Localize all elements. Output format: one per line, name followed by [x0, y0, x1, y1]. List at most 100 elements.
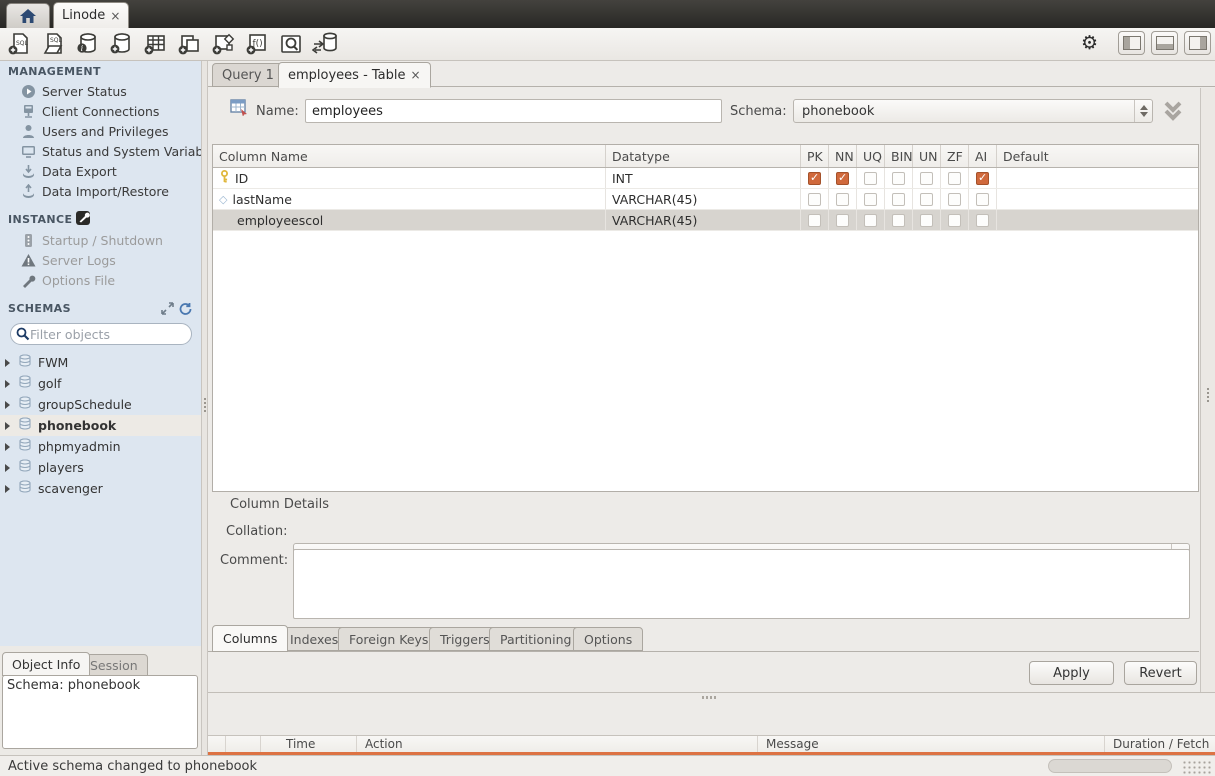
- connection-tab-close-icon[interactable]: ×: [110, 9, 120, 23]
- expander-icon[interactable]: [5, 401, 10, 409]
- column-default[interactable]: [997, 210, 1193, 230]
- schema-item-phonebook[interactable]: phonebook: [0, 415, 201, 436]
- ai-checkbox[interactable]: [976, 193, 989, 206]
- expander-icon[interactable]: [5, 359, 10, 367]
- column-row-id[interactable]: ID INT: [213, 168, 1198, 189]
- revert-button[interactable]: Revert: [1124, 661, 1197, 685]
- tab-object-info[interactable]: Object Info: [2, 652, 90, 676]
- expand-schemas-icon[interactable]: [161, 302, 174, 319]
- create-schema-icon[interactable]: [107, 31, 134, 58]
- sidebar-item-users-privileges[interactable]: Users and Privileges: [0, 121, 201, 141]
- window-resize-grip[interactable]: [1182, 760, 1212, 774]
- nn-checkbox[interactable]: [836, 193, 849, 206]
- un-checkbox[interactable]: [920, 214, 933, 227]
- tab-session[interactable]: Session: [80, 654, 148, 676]
- schema-item-scavenger[interactable]: scavenger: [0, 478, 201, 499]
- sidebar-item-client-connections[interactable]: Client Connections: [0, 101, 201, 121]
- header-un[interactable]: UN: [913, 145, 941, 167]
- header-duration-fetch[interactable]: Duration / Fetch: [1105, 736, 1215, 752]
- new-query-tab-icon[interactable]: SQL: [5, 31, 32, 58]
- sidebar-item-server-status[interactable]: Server Status: [0, 81, 201, 101]
- reconnect-db-icon[interactable]: [311, 31, 338, 58]
- header-message[interactable]: Message: [758, 736, 1105, 752]
- pk-checkbox[interactable]: [808, 172, 821, 185]
- sidebar-item-data-export[interactable]: Data Export: [0, 161, 201, 181]
- expander-icon[interactable]: [5, 380, 10, 388]
- schema-inspector-icon[interactable]: i: [73, 31, 100, 58]
- comment-textarea[interactable]: [293, 549, 1190, 619]
- header-bin[interactable]: BIN: [885, 145, 913, 167]
- sidebar-item-data-import[interactable]: Data Import/Restore: [0, 181, 201, 201]
- zf-checkbox[interactable]: [948, 172, 961, 185]
- schema-item-players[interactable]: players: [0, 457, 201, 478]
- create-view-icon[interactable]: [175, 31, 202, 58]
- table-name-input[interactable]: [305, 99, 722, 123]
- nn-checkbox[interactable]: [836, 172, 849, 185]
- create-table-icon[interactable]: [141, 31, 168, 58]
- header-ai[interactable]: AI: [969, 145, 997, 167]
- column-default[interactable]: [997, 189, 1193, 209]
- expand-header-chevrons-icon[interactable]: [1160, 99, 1186, 127]
- schema-item-phpmyadmin[interactable]: phpmyadmin: [0, 436, 201, 457]
- uq-checkbox[interactable]: [864, 214, 877, 227]
- preferences-gear-icon[interactable]: ⚙: [1081, 34, 1098, 53]
- schema-filter-input[interactable]: [30, 327, 175, 342]
- sidebar-splitter[interactable]: [201, 61, 208, 755]
- connection-tab[interactable]: Linode ×: [53, 2, 129, 28]
- close-tab-icon[interactable]: ×: [411, 68, 421, 82]
- un-checkbox[interactable]: [920, 172, 933, 185]
- bin-checkbox[interactable]: [892, 214, 905, 227]
- column-default[interactable]: [997, 168, 1193, 188]
- header-uq[interactable]: UQ: [857, 145, 885, 167]
- tab-options[interactable]: Options: [573, 627, 643, 651]
- bin-checkbox[interactable]: [892, 172, 905, 185]
- sidebar-item-options-file[interactable]: Options File: [0, 270, 201, 290]
- expander-icon[interactable]: [5, 422, 10, 430]
- schema-select[interactable]: phonebook: [793, 99, 1153, 123]
- horizontal-scrollbar-thumb[interactable]: [1048, 759, 1172, 773]
- search-data-icon[interactable]: [277, 31, 304, 58]
- editor-output-splitter[interactable]: [208, 692, 1215, 693]
- header-time[interactable]: Time: [261, 736, 357, 752]
- column-row-lastname[interactable]: ◇ lastName VARCHAR(45): [213, 189, 1198, 210]
- pk-checkbox[interactable]: [808, 214, 821, 227]
- refresh-schemas-icon[interactable]: [178, 302, 192, 319]
- uq-checkbox[interactable]: [864, 172, 877, 185]
- ai-checkbox[interactable]: [976, 214, 989, 227]
- sidebar-item-server-logs[interactable]: Server Logs: [0, 250, 201, 270]
- toggle-right-sidebar-button[interactable]: [1184, 31, 1211, 55]
- sidebar-item-system-variables[interactable]: Status and System Variables: [0, 141, 201, 161]
- schema-item-golf[interactable]: golf: [0, 373, 201, 394]
- apply-button[interactable]: Apply: [1029, 661, 1114, 685]
- header-pk[interactable]: PK: [801, 145, 829, 167]
- uq-checkbox[interactable]: [864, 193, 877, 206]
- header-action[interactable]: Action: [357, 736, 758, 752]
- tab-partitioning[interactable]: Partitioning: [489, 627, 582, 651]
- expander-icon[interactable]: [5, 464, 10, 472]
- zf-checkbox[interactable]: [948, 193, 961, 206]
- schema-item-fwm[interactable]: FWM: [0, 352, 201, 373]
- expander-icon[interactable]: [5, 443, 10, 451]
- toggle-left-sidebar-button[interactable]: [1118, 31, 1145, 55]
- header-column-name[interactable]: Column Name: [213, 145, 606, 167]
- tab-foreign-keys[interactable]: Foreign Keys: [338, 627, 439, 651]
- header-default[interactable]: Default: [997, 145, 1193, 167]
- create-function-icon[interactable]: ƒ(): [243, 31, 270, 58]
- header-datatype[interactable]: Datatype: [606, 145, 801, 167]
- zf-checkbox[interactable]: [948, 214, 961, 227]
- tab-employees-table[interactable]: employees - Table ×: [278, 62, 431, 88]
- bin-checkbox[interactable]: [892, 193, 905, 206]
- pk-checkbox[interactable]: [808, 193, 821, 206]
- ai-checkbox[interactable]: [976, 172, 989, 185]
- create-procedure-icon[interactable]: [209, 31, 236, 58]
- home-tab[interactable]: [6, 3, 50, 28]
- expander-icon[interactable]: [5, 485, 10, 493]
- un-checkbox[interactable]: [920, 193, 933, 206]
- right-edge-strip[interactable]: [1200, 88, 1215, 692]
- open-sql-file-icon[interactable]: SQL: [39, 31, 66, 58]
- toggle-bottom-panel-button[interactable]: [1151, 31, 1178, 55]
- header-nn[interactable]: NN: [829, 145, 857, 167]
- schema-item-groupschedule[interactable]: groupSchedule: [0, 394, 201, 415]
- nn-checkbox[interactable]: [836, 214, 849, 227]
- header-zf[interactable]: ZF: [941, 145, 969, 167]
